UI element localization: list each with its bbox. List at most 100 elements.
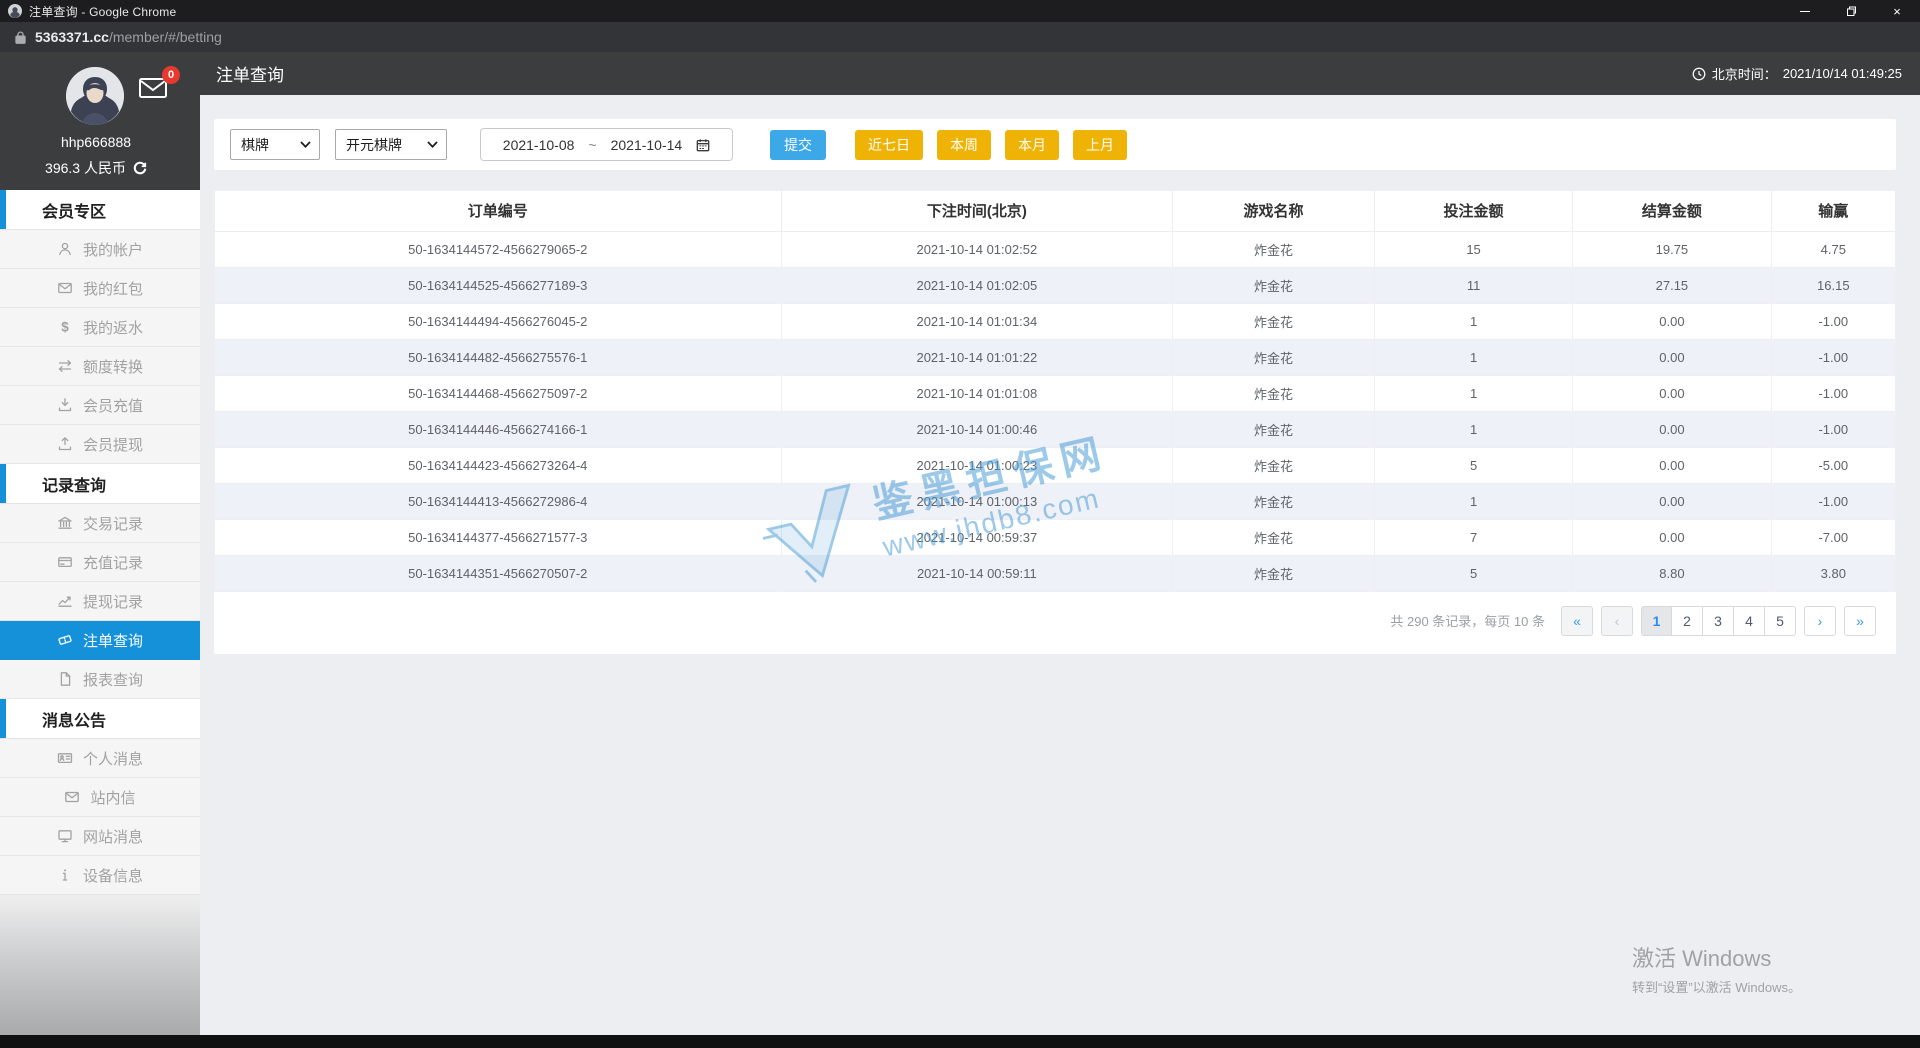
- sidebar-item-member-deposit[interactable]: 会员充值: [0, 386, 200, 425]
- sidebar-item-deposit-records[interactable]: 充值记录: [0, 543, 200, 582]
- redpacket-icon: [57, 280, 73, 296]
- page-button-5[interactable]: 5: [1765, 605, 1796, 636]
- cell-win-loss: -5.00: [1770, 446, 1897, 484]
- minimize-button[interactable]: [1782, 0, 1828, 22]
- submit-button[interactable]: 提交: [770, 129, 826, 160]
- quick-range-buttons: 近七日 本周 本月 上月: [855, 129, 1127, 160]
- url-path: /member/#/betting: [108, 29, 222, 45]
- column-header: 结算金额: [1572, 191, 1772, 232]
- restore-button[interactable]: [1828, 0, 1874, 22]
- previous-page-button[interactable]: ‹: [1601, 605, 1633, 636]
- section-accent-bar: [0, 464, 6, 503]
- cell-bet-amount: 5: [1373, 446, 1574, 484]
- withdraw-icon: [57, 436, 73, 452]
- quick-range-button-4[interactable]: 上月: [1073, 129, 1127, 160]
- date-range-picker[interactable]: 2021-10-08 ~ 2021-10-14: [480, 128, 733, 161]
- sidebar-item-quota-transfer[interactable]: 额度转换: [0, 347, 200, 386]
- page-button-2[interactable]: 2: [1672, 605, 1703, 636]
- page-button-1[interactable]: 1: [1641, 605, 1672, 636]
- close-button[interactable]: ×: [1874, 0, 1920, 22]
- transfer-icon: [57, 358, 73, 374]
- sidebar-item-my-rebate[interactable]: $ 我的返水: [0, 308, 200, 347]
- cell-order-no: 50-1634144351-4566270507-2: [214, 554, 782, 592]
- page-button-3[interactable]: 3: [1703, 605, 1734, 636]
- category-select[interactable]: 棋牌: [230, 129, 320, 160]
- activation-title: 激活 Windows: [1632, 946, 1772, 971]
- cell-bet-time: 2021-10-14 01:00:23: [780, 446, 1174, 484]
- page-title: 注单查询: [216, 66, 284, 85]
- sidebar: 0 hhp666888 396.3 人民币 会员专区 我的帐户 我的红包 $ 我的返水额…: [0, 52, 200, 1035]
- cell-settle-amount: 8.80: [1572, 554, 1772, 592]
- sidebar-item-personal-messages[interactable]: 个人消息: [0, 739, 200, 778]
- column-header: 游戏名称: [1172, 191, 1375, 232]
- next-page-button[interactable]: ›: [1804, 605, 1836, 636]
- column-header: 下注时间(北京): [780, 191, 1174, 232]
- sidebar-nav: 会员专区 我的帐户 我的红包 $ 我的返水 额度转换 会员充值 会员提现 记录查询 交易记录 充值记…: [0, 190, 200, 895]
- table-row: 50-1634144525-4566277189-3 2021-10-14 01:…: [214, 266, 1897, 304]
- sidebar-item-site-messages[interactable]: 网站消息: [0, 817, 200, 856]
- date-from-value: 2021-10-08: [502, 136, 575, 153]
- sidebar-item-label: 设备信息: [82, 867, 143, 885]
- sidebar-item-label: 个人消息: [82, 750, 143, 768]
- platform-select[interactable]: 开元棋牌: [335, 129, 447, 160]
- activation-subtitle: 转到“设置”以激活 Windows。: [1632, 980, 1802, 995]
- cell-game-name: 炸金花: [1172, 230, 1375, 268]
- cell-game-name: 炸金花: [1172, 482, 1375, 520]
- sidebar-item-my-account[interactable]: 我的帐户: [0, 230, 200, 269]
- sidebar-item-device-info[interactable]: 设备信息: [0, 856, 200, 895]
- quick-range-button-2[interactable]: 本周: [937, 129, 991, 160]
- cell-game-name: 炸金花: [1172, 410, 1375, 448]
- address-bar[interactable]: 5363371.cc/member/#/betting: [0, 22, 1920, 52]
- cell-order-no: 50-1634144494-4566276045-2: [214, 302, 782, 340]
- pagination: 共 290 条记录，每页 10 条 « ‹ 12345 › »: [214, 592, 1896, 648]
- sidebar-item-label: 提现记录: [82, 593, 143, 611]
- site-favicon: [8, 4, 22, 18]
- table-row: 50-1634144377-4566271577-3 2021-10-14 00:…: [214, 518, 1897, 556]
- cell-settle-amount: 0.00: [1572, 446, 1772, 484]
- cell-win-loss: -1.00: [1770, 410, 1897, 448]
- cell-order-no: 50-1634144572-4566279065-2: [214, 230, 782, 268]
- sidebar-item-report-query[interactable]: 报表查询: [0, 660, 200, 699]
- clock-icon: [1692, 67, 1706, 81]
- sidebar-item-label: 额度转换: [82, 358, 143, 376]
- sidebar-item-bet-query[interactable]: 注单查询: [0, 621, 200, 660]
- cell-order-no: 50-1634144377-4566271577-3: [214, 518, 782, 556]
- refresh-icon[interactable]: [133, 161, 147, 175]
- table-row: 50-1634144482-4566275576-1 2021-10-14 01:…: [214, 338, 1897, 376]
- sidebar-item-site-mail[interactable]: 站内信: [0, 778, 200, 817]
- sidebar-item-label: 交易记录: [82, 515, 143, 533]
- first-page-button[interactable]: «: [1561, 605, 1593, 636]
- table-row: 50-1634144446-4566274166-1 2021-10-14 01:…: [214, 410, 1897, 448]
- lock-icon[interactable]: [15, 30, 26, 44]
- mail2-icon: [64, 789, 80, 805]
- mail-button[interactable]: 0: [138, 66, 180, 104]
- cell-bet-amount: 1: [1373, 338, 1574, 376]
- sidebar-item-withdraw-records[interactable]: 提现记录: [0, 582, 200, 621]
- balance: 396.3 人民币: [0, 158, 192, 178]
- cell-game-name: 炸金花: [1172, 554, 1375, 592]
- cell-bet-amount: 1: [1373, 410, 1574, 448]
- cell-game-name: 炸金花: [1172, 374, 1375, 412]
- sidebar-item-my-redpacket[interactable]: 我的红包: [0, 269, 200, 308]
- svg-text:$: $: [61, 320, 69, 335]
- cell-order-no: 50-1634144482-4566275576-1: [214, 338, 782, 376]
- quick-range-button-3[interactable]: 本月: [1005, 129, 1059, 160]
- section-accent-bar: [0, 190, 6, 229]
- rebate-icon: $: [57, 319, 73, 335]
- page-button-4[interactable]: 4: [1734, 605, 1765, 636]
- page-url[interactable]: 5363371.cc/member/#/betting: [35, 29, 222, 45]
- last-page-button[interactable]: »: [1844, 605, 1876, 636]
- sidebar-item-member-withdraw[interactable]: 会员提现: [0, 425, 200, 464]
- avatar[interactable]: [66, 67, 124, 125]
- quick-range-button-1[interactable]: 近七日: [855, 129, 923, 160]
- cell-settle-amount: 0.00: [1572, 410, 1772, 448]
- bet-records-card: 订单编号 下注时间(北京) 游戏名称 投注金额 结算金额 输赢 50-1634144572…: [214, 191, 1897, 654]
- table-row: 50-1634144494-4566276045-2 2021-10-14 01:…: [214, 302, 1897, 340]
- table-row: 50-1634144351-4566270507-2 2021-10-14 00:…: [214, 554, 1897, 592]
- cell-order-no: 50-1634144413-4566272986-4: [214, 482, 782, 520]
- cell-bet-amount: 15: [1373, 230, 1574, 268]
- date-to-value: 2021-10-14: [610, 136, 683, 153]
- table-body: 50-1634144572-4566279065-2 2021-10-14 01:…: [214, 230, 1897, 592]
- sidebar-item-transaction-records[interactable]: 交易记录: [0, 504, 200, 543]
- cell-game-name: 炸金花: [1172, 446, 1375, 484]
